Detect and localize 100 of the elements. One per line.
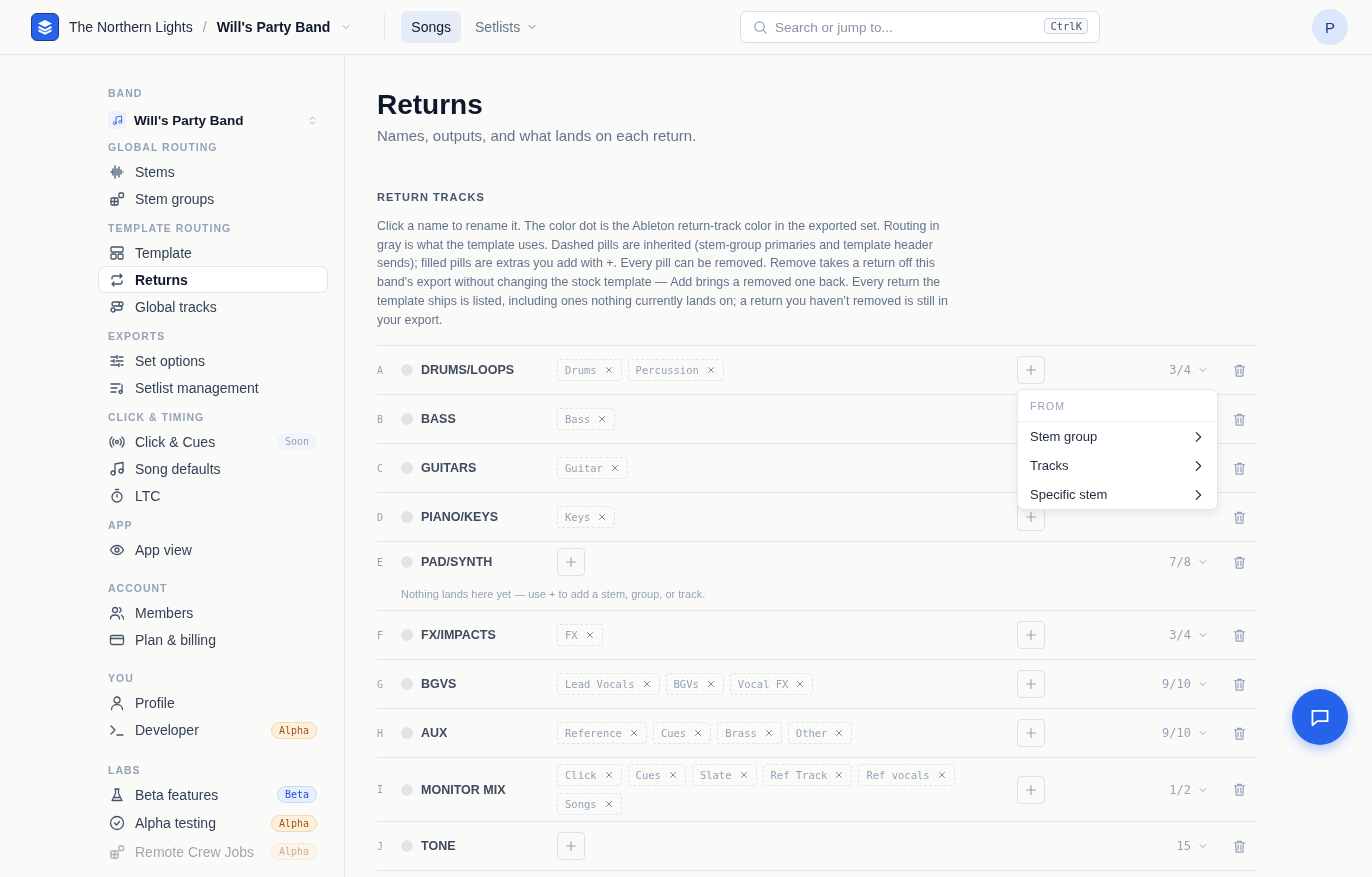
- app-logo-icon[interactable]: [31, 13, 59, 41]
- remove-pill-button[interactable]: [597, 512, 608, 523]
- remove-return-button[interactable]: [1231, 725, 1247, 741]
- remove-pill-button[interactable]: [834, 770, 845, 781]
- remove-pill-button[interactable]: [584, 630, 595, 641]
- return-name[interactable]: FX/IMPACTS: [421, 628, 557, 643]
- remove-pill-button[interactable]: [834, 728, 845, 739]
- close-icon: [667, 770, 678, 781]
- remove-pill-button[interactable]: [603, 770, 614, 781]
- remove-pill-button[interactable]: [667, 770, 678, 781]
- remove-return-button[interactable]: [1231, 509, 1247, 525]
- add-routing-button[interactable]: [1017, 775, 1045, 804]
- pill-label: Bass: [565, 413, 591, 426]
- return-name[interactable]: BGVS: [421, 677, 557, 692]
- sidebar-item[interactable]: Song defaults: [98, 455, 328, 482]
- sidebar-item[interactable]: Profile: [98, 689, 328, 716]
- close-icon: [603, 799, 614, 810]
- sidebar-item[interactable]: Beta features Beta: [98, 780, 328, 809]
- sidebar-item[interactable]: Alpha testing Alpha: [98, 809, 328, 838]
- remove-pill-button[interactable]: [603, 365, 614, 376]
- pill-label: Slate: [699, 769, 732, 782]
- band-name[interactable]: Will's Party Band: [216, 19, 331, 35]
- page-title: Returns: [377, 88, 484, 122]
- remove-pill-button[interactable]: [763, 728, 774, 739]
- remove-return-button[interactable]: [1231, 460, 1247, 476]
- add-routing-button[interactable]: [1017, 356, 1045, 385]
- sidebar-item-label: Beta features: [135, 786, 219, 803]
- return-name[interactable]: MONITOR MIX: [421, 782, 557, 797]
- nav-tab[interactable]: Setlists: [465, 11, 549, 43]
- sidebar-item[interactable]: App view: [98, 536, 328, 563]
- add-routing-button[interactable]: [557, 832, 585, 861]
- sliders-icon: [109, 352, 125, 369]
- pill-label: BGVs: [673, 678, 699, 691]
- sidebar-item[interactable]: LTC: [98, 482, 328, 509]
- pill-label: FX: [565, 629, 578, 642]
- org-name[interactable]: The Northern Lights: [69, 19, 193, 35]
- user-avatar[interactable]: P: [1312, 9, 1348, 45]
- pill-label: Ref Track: [770, 769, 828, 782]
- sidebar-item[interactable]: Stem groups: [98, 185, 328, 212]
- remove-pill-button[interactable]: [628, 728, 639, 739]
- sidebar-item[interactable]: Template: [98, 239, 328, 266]
- pill-label: Reference: [565, 727, 622, 740]
- remove-return-button[interactable]: [1231, 411, 1247, 427]
- remove-return-button[interactable]: [1231, 627, 1247, 643]
- pill-label: Ref vocals: [866, 769, 930, 782]
- sidebar-item[interactable]: Global tracks: [98, 293, 328, 320]
- remove-pill-button[interactable]: [693, 728, 704, 739]
- add-routing-button[interactable]: [1017, 621, 1045, 650]
- sidebar-item[interactable]: Plan & billing: [98, 626, 328, 653]
- remove-pill-button[interactable]: [597, 414, 608, 425]
- remove-pill-button[interactable]: [641, 679, 652, 690]
- menu-item[interactable]: Specific stem: [1018, 480, 1217, 510]
- grid-icon: [109, 190, 125, 207]
- add-routing-button[interactable]: [557, 548, 585, 577]
- nav-tab[interactable]: Songs: [401, 11, 461, 43]
- sidebar-item[interactable]: Set options: [98, 347, 328, 374]
- sidebar-item[interactable]: Stems: [98, 158, 328, 185]
- return-name[interactable]: GUITARS: [421, 461, 557, 476]
- return-name[interactable]: DRUMS/LOOPS: [421, 363, 557, 378]
- sidebar-item-label: Developer: [135, 722, 199, 739]
- add-routing-button[interactable]: [1017, 670, 1045, 699]
- repeat-icon: [109, 271, 125, 288]
- remove-pill-button[interactable]: [936, 770, 947, 781]
- return-name[interactable]: PAD/SYNTH: [421, 555, 557, 570]
- chat-button[interactable]: [1292, 689, 1348, 745]
- remove-return-button[interactable]: [1231, 838, 1247, 854]
- empty-note: Nothing lands here yet — use + to add a stem, group, or track.: [401, 587, 707, 603]
- remove-return-button[interactable]: [1231, 782, 1247, 798]
- trash-icon: [1231, 725, 1247, 741]
- menu-item[interactable]: Stem group: [1018, 422, 1217, 452]
- remove-pill-button[interactable]: [795, 679, 806, 690]
- return-name[interactable]: PIANO/KEYS: [421, 510, 557, 525]
- sidebar-item-label: Members: [135, 604, 194, 621]
- pill-label: Cues: [660, 727, 687, 740]
- remove-pill-button[interactable]: [705, 679, 716, 690]
- add-routing-button[interactable]: [1017, 719, 1045, 748]
- return-name[interactable]: AUX: [421, 726, 557, 741]
- menu-item[interactable]: Tracks: [1018, 451, 1217, 481]
- sidebar-item[interactable]: Members: [98, 599, 328, 626]
- trash-icon: [1231, 627, 1247, 643]
- remove-pill-button[interactable]: [705, 365, 716, 376]
- sidebar-item-label: Stems: [135, 163, 175, 180]
- return-name[interactable]: BASS: [421, 412, 557, 427]
- sidebar-item[interactable]: Developer Alpha: [98, 716, 328, 745]
- pill-label: Vocal FX: [737, 678, 789, 691]
- remove-pill-button[interactable]: [609, 463, 620, 474]
- close-icon: [597, 512, 608, 523]
- remove-pill-button[interactable]: [603, 799, 614, 810]
- section-heading: BAND: [107, 86, 144, 101]
- return-name[interactable]: TONE: [421, 839, 557, 854]
- section-heading: LABS: [107, 762, 142, 778]
- sidebar-item[interactable]: Returns: [98, 266, 328, 293]
- remove-return-button[interactable]: [1231, 362, 1247, 378]
- remove-pill-button[interactable]: [738, 770, 749, 781]
- remove-return-button[interactable]: [1231, 676, 1247, 692]
- check-circle-icon: [109, 815, 125, 832]
- remove-return-button[interactable]: [1231, 554, 1247, 570]
- band-selector[interactable]: Will's Party Band: [98, 104, 328, 136]
- sidebar-item[interactable]: Click & Cues Soon: [98, 428, 328, 455]
- sidebar-item[interactable]: Setlist management: [98, 374, 328, 401]
